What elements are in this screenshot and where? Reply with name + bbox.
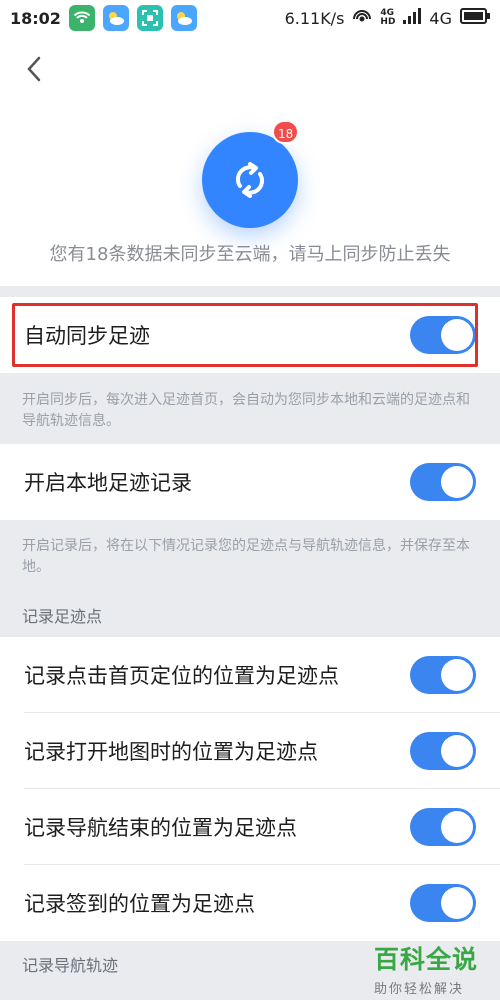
scan-app-icon [136,5,163,31]
auto-sync-label: 自动同步足迹 [24,324,150,348]
network-type: 4G [429,8,452,28]
watermark-subtitle: 助你轻松解决 [374,982,465,997]
watermark-logo: 百科全说 助你轻松解决 [374,940,492,997]
local-record-toggle[interactable] [410,463,476,501]
unsynced-message: 您有18条数据未同步至云端，请马上同步防止丢失 [49,244,451,265]
signal-icon [403,8,422,28]
wifi-app-icon [68,5,95,31]
unsynced-count-badge: 18 [272,120,300,144]
point-toggle-open-map[interactable] [410,732,476,770]
local-record-description: 开启记录后，将在以下情况记录您的足迹点与导航轨迹信息，并保存至本地。 [22,538,470,575]
status-time: 18:02 [10,8,61,28]
toggle-knob [441,735,473,767]
point-row-open-map[interactable]: 记录打开地图时的位置为足迹点 [0,713,500,789]
toggle-knob [441,466,473,498]
weather-cloud-icon [102,5,129,31]
hotspot-icon [352,7,372,29]
sync-button[interactable] [202,132,298,228]
point-row-home-locate[interactable]: 记录点击首页定位的位置为足迹点 [0,637,500,713]
toggle-knob [441,811,473,843]
toggle-knob [441,887,473,919]
section-nav-title: 记录导航轨迹 [22,956,119,975]
point-label: 记录签到的位置为足迹点 [24,892,255,916]
point-label: 记录导航结束的位置为足迹点 [24,816,297,840]
toggle-knob [441,319,473,351]
network-small-label: 4G HD [380,8,396,27]
section-points-title: 记录足迹点 [22,607,103,626]
local-record-label: 开启本地足迹记录 [24,471,192,495]
local-record-row[interactable]: 开启本地足迹记录 [0,444,500,520]
point-label: 记录点击首页定位的位置为足迹点 [24,664,339,688]
point-row-nav-end[interactable]: 记录导航结束的位置为足迹点 [0,789,500,865]
watermark-title: 百科全说 [374,945,479,974]
sync-icon [236,162,264,198]
battery-icon [460,8,490,28]
network-speed: 6.11K/s [284,8,345,28]
point-toggle-home-locate[interactable] [410,656,476,694]
status-bar: 18:02 6.11K/s 4G HD 4G [0,0,500,36]
point-toggle-nav-end[interactable] [410,808,476,846]
sync-header: 18 您有18条数据未同步至云端，请马上同步防止丢失 [0,36,500,286]
auto-sync-row[interactable]: 自动同步足迹 [0,297,500,373]
auto-sync-toggle[interactable] [410,316,476,354]
weather-sun-icon [170,5,197,31]
back-button[interactable] [20,54,50,84]
chevron-left-icon [27,56,41,82]
toggle-knob [441,659,473,691]
point-label: 记录打开地图时的位置为足迹点 [24,740,318,764]
point-row-checkin[interactable]: 记录签到的位置为足迹点 [0,865,500,941]
auto-sync-description: 开启同步后，每次进入足迹首页，会自动为您同步本地和云端的足迹点和导航轨迹信息。 [22,392,470,429]
point-toggle-checkin[interactable] [410,884,476,922]
